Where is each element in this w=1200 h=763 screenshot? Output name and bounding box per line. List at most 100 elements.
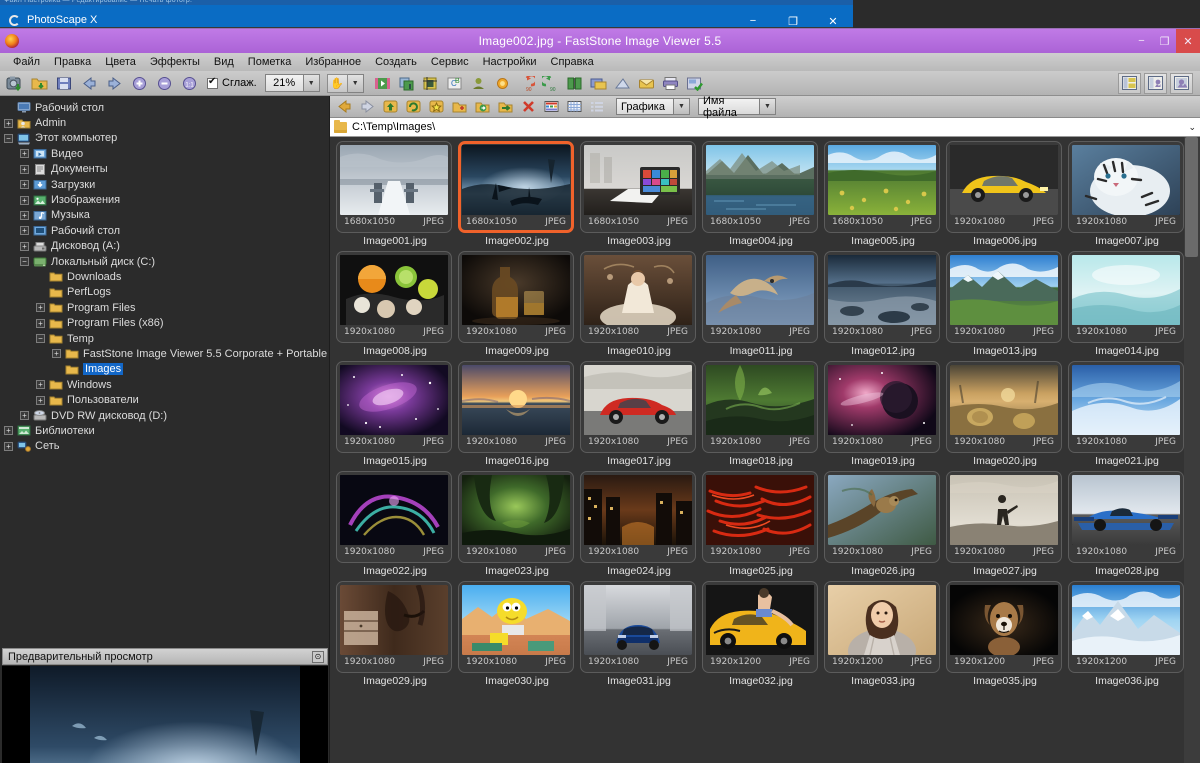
thumbnail-frame[interactable]: 1920x1080 JPEG xyxy=(824,471,940,563)
zoom-value[interactable]: 21% xyxy=(264,74,304,92)
forward-icon[interactable] xyxy=(357,97,378,116)
rotate-right-icon[interactable]: 90 xyxy=(539,73,562,94)
thumbnail-frame[interactable]: 1920x1080 JPEG xyxy=(946,141,1062,233)
tree-expander-icon[interactable]: + xyxy=(52,349,61,359)
thumbnail-image[interactable] xyxy=(828,585,936,655)
tree-expander-icon[interactable]: − xyxy=(4,133,13,143)
tree-item-3[interactable]: + Видео xyxy=(4,146,329,161)
slideshow-icon[interactable] xyxy=(371,73,394,94)
thumbnail-image[interactable] xyxy=(340,585,448,655)
thumbnail-image[interactable] xyxy=(950,365,1058,435)
tree-item-16[interactable]: + FastStone Image Viewer 5.5 Corporate + … xyxy=(4,346,329,361)
menu-цвета[interactable]: Цвета xyxy=(98,56,143,68)
path-bar[interactable]: C:\Temp\Images\ ⌄ xyxy=(330,118,1200,137)
thumbnail-image[interactable] xyxy=(462,475,570,545)
detail-view-icon[interactable] xyxy=(587,97,608,116)
thumbnail-cell[interactable]: 1920x1080 JPEG Image014.jpg xyxy=(1068,251,1186,357)
titlebar[interactable]: Image002.jpg - FastStone Image Viewer 5.… xyxy=(0,29,1200,53)
thumbnail-image[interactable] xyxy=(584,145,692,215)
tree-item-11[interactable]: Downloads xyxy=(4,269,329,284)
thumbnail-image[interactable] xyxy=(340,365,448,435)
tree-item-14[interactable]: + Program Files (x86) xyxy=(4,315,329,330)
thumbnail-image[interactable] xyxy=(706,585,814,655)
thumbnail-frame[interactable]: 1920x1080 JPEG xyxy=(946,471,1062,563)
thumbnail-cell[interactable]: 1920x1080 JPEG Image008.jpg xyxy=(336,251,454,357)
thumbnail-view-icon[interactable] xyxy=(541,97,562,116)
thumbnail-frame[interactable]: 1680x1050 JPEG xyxy=(580,141,696,233)
new-folder-icon[interactable] xyxy=(449,97,470,116)
thumbnail-frame[interactable]: 1920x1080 JPEG xyxy=(824,251,940,343)
tree-item-5[interactable]: + Загрузки xyxy=(4,177,329,192)
tree-expander-icon[interactable]: − xyxy=(36,334,45,344)
thumbnail-image[interactable] xyxy=(584,255,692,325)
thumbnail-cell[interactable]: 1920x1080 JPEG Image007.jpg xyxy=(1068,141,1186,247)
thumbnail-frame[interactable]: 1920x1080 JPEG xyxy=(458,581,574,673)
tree-item-6[interactable]: + Изображения xyxy=(4,192,329,207)
thumbnail-image[interactable] xyxy=(340,475,448,545)
thumbnail-frame[interactable]: 1920x1080 JPEG xyxy=(336,361,452,453)
thumbnail-image[interactable] xyxy=(462,585,570,655)
chevron-down-icon[interactable]: ⌄ xyxy=(1188,122,1196,133)
tree-item-19[interactable]: + Пользователи xyxy=(4,392,329,407)
thumbnail-image[interactable] xyxy=(828,255,936,325)
filter-select[interactable]: Графика ▼ xyxy=(616,98,690,115)
tree-item-22[interactable]: + Сеть xyxy=(4,439,329,454)
tree-expander-icon[interactable]: + xyxy=(20,195,29,205)
thumbnail-image[interactable] xyxy=(706,475,814,545)
edit-icon[interactable] xyxy=(683,73,706,94)
tree-expander-icon[interactable]: + xyxy=(4,118,13,128)
thumbnail-image[interactable] xyxy=(1072,145,1180,215)
smoothing-toggle[interactable]: Сглаж. xyxy=(207,76,257,89)
refresh-icon[interactable] xyxy=(403,97,424,116)
thumbnail-image[interactable] xyxy=(462,145,570,215)
thumbnail-frame[interactable]: 1920x1080 JPEG xyxy=(458,471,574,563)
thumbnail-image[interactable] xyxy=(706,145,814,215)
thumbnail-cell[interactable]: 1680x1050 JPEG Image003.jpg xyxy=(580,141,698,247)
thumbnail-cell[interactable]: 1920x1080 JPEG Image009.jpg xyxy=(458,251,576,357)
scanner-icon[interactable] xyxy=(611,73,634,94)
tree-expander-icon[interactable]: + xyxy=(36,395,45,405)
thumbnail-image[interactable] xyxy=(950,255,1058,325)
open-folder-icon[interactable] xyxy=(28,73,51,94)
thumbnail-frame-selected[interactable]: 1680x1050 JPEG xyxy=(458,141,574,233)
thumbnail-cell[interactable]: 1920x1080 JPEG Image016.jpg xyxy=(458,361,576,467)
thumbnail-cell[interactable]: 1920x1080 JPEG Image021.jpg xyxy=(1068,361,1186,467)
thumbnail-image[interactable] xyxy=(828,365,936,435)
thumbnail-cell[interactable]: 1680x1050 JPEG Image002.jpg xyxy=(458,141,576,247)
thumbnail-cell[interactable]: 1920x1080 JPEG Image017.jpg xyxy=(580,361,698,467)
thumbnail-image[interactable] xyxy=(706,255,814,325)
thumbnail-frame[interactable]: 1920x1080 JPEG xyxy=(1068,471,1184,563)
menu-сервис[interactable]: Сервис xyxy=(424,56,476,68)
tree-item-4[interactable]: + Документы xyxy=(4,162,329,177)
sort-select-value[interactable]: Имя файла xyxy=(698,95,760,119)
email-icon[interactable] xyxy=(635,73,658,94)
back-icon[interactable] xyxy=(334,97,355,116)
filter-select-value[interactable]: Графика xyxy=(616,98,674,115)
thumbnail-frame[interactable]: 1920x1080 JPEG xyxy=(702,471,818,563)
thumbnail-image[interactable] xyxy=(584,585,692,655)
tree-item-20[interactable]: + DVD RW дисковод (D:) xyxy=(4,408,329,423)
tree-item-21[interactable]: + Библиотеки xyxy=(4,423,329,438)
tree-expander-icon[interactable]: + xyxy=(20,164,29,174)
previous-icon[interactable] xyxy=(78,73,101,94)
thumbnail-frame[interactable]: 1920x1080 JPEG xyxy=(458,361,574,453)
tree-item-1[interactable]: + Admin xyxy=(4,115,329,130)
delete-icon[interactable] xyxy=(518,97,539,116)
thumbnail-cell[interactable]: 1920x1080 JPEG Image028.jpg xyxy=(1068,471,1186,577)
print-icon[interactable] xyxy=(659,73,682,94)
thumbnail-grid-container[interactable]: 1680x1050 JPEG Image001.jpg 1680x1050 JPEG Im… xyxy=(330,137,1200,763)
thumbnail-cell[interactable]: 1920x1080 JPEG Image026.jpg xyxy=(824,471,942,577)
tree-item-15[interactable]: − Temp xyxy=(4,331,329,346)
thumbnail-frame[interactable]: 1920x1080 JPEG xyxy=(702,361,818,453)
hand-tool-group[interactable]: ✋ ▼ xyxy=(326,73,364,93)
favorites-icon[interactable] xyxy=(426,97,447,116)
thumbnail-image[interactable] xyxy=(1072,585,1180,655)
tree-item-8[interactable]: + Рабочий стол xyxy=(4,223,329,238)
thumbnail-frame[interactable]: 1920x1080 JPEG xyxy=(580,581,696,673)
thumbnail-frame[interactable]: 1920x1200 JPEG xyxy=(946,581,1062,673)
thumbnail-image[interactable] xyxy=(1072,365,1180,435)
tree-expander-icon[interactable]: + xyxy=(20,241,29,251)
thumbnail-frame[interactable]: 1920x1080 JPEG xyxy=(1068,141,1184,233)
thumbnail-frame[interactable]: 1920x1080 JPEG xyxy=(580,471,696,563)
thumbnail-cell[interactable]: 1920x1080 JPEG Image023.jpg xyxy=(458,471,576,577)
